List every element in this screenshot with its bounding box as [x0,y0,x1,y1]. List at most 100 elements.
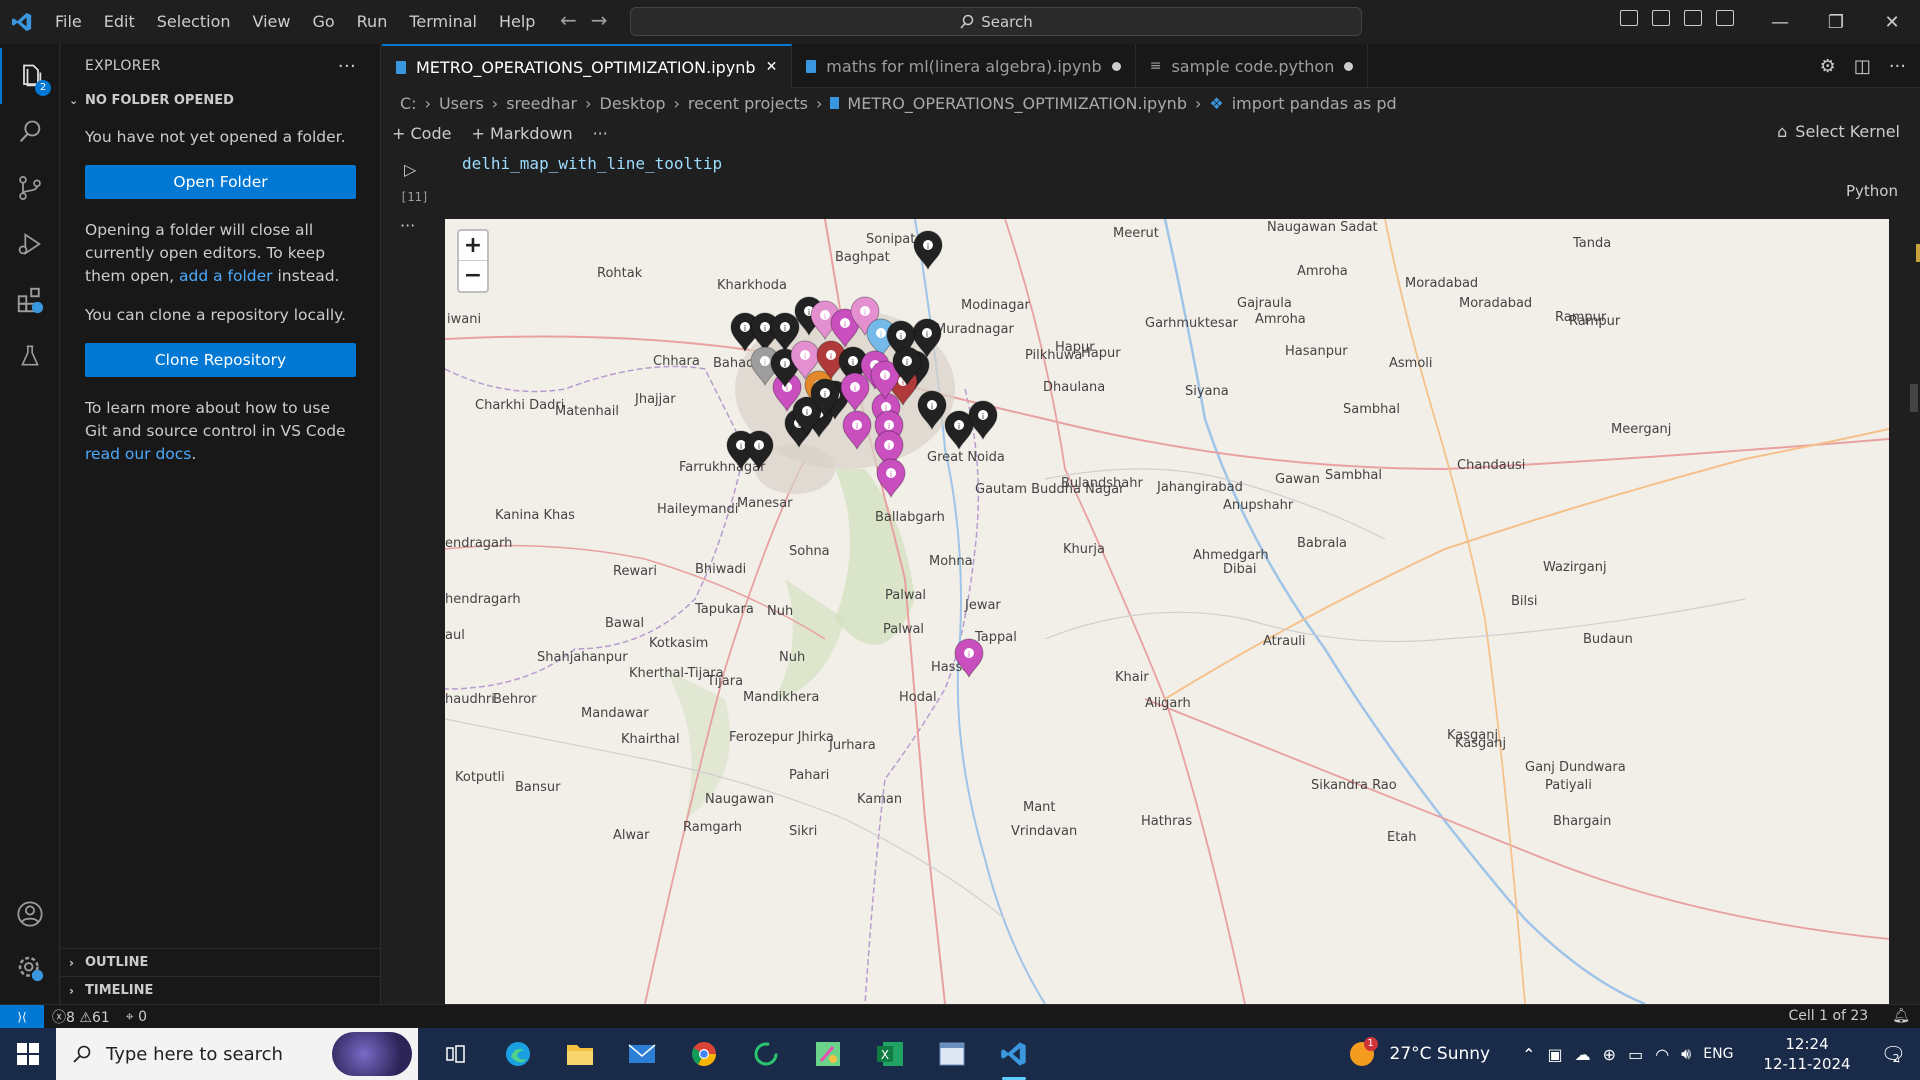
chrome-icon[interactable] [686,1036,722,1072]
cell-language[interactable]: Python [1846,182,1898,200]
testing-activity[interactable] [0,328,60,384]
wifi-icon[interactable]: ◠ [1655,1045,1669,1064]
weather-widget[interactable]: 1 27°C Sunny [1349,1037,1490,1066]
git-note-text: To learn more about how to use Git and s… [85,399,346,440]
tab-sample-code[interactable]: ≡ sample code.python [1136,44,1369,88]
editor-scrollbar[interactable] [1908,148,1920,968]
paint-icon[interactable] [810,1036,846,1072]
map-marker[interactable]: i [876,458,906,499]
add-markdown-cell-button[interactable]: + Markdown [471,124,572,143]
back-arrow-icon[interactable]: ← [560,8,577,32]
edge-browser-icon[interactable] [500,1036,536,1072]
close-tab-icon[interactable]: ✕ [766,59,778,75]
menu-file[interactable]: File [44,0,93,44]
source-control-activity[interactable] [0,160,60,216]
forward-arrow-icon[interactable]: → [591,8,608,32]
open-folder-button[interactable]: Open Folder [85,165,356,199]
more-actions-icon[interactable]: ··· [1889,56,1906,77]
map-place-label: Moradabad [1459,296,1532,311]
vscode-taskbar-icon[interactable] [996,1036,1032,1080]
breadcrumb-item[interactable]: METRO_OPERATIONS_OPTIMIZATION.ipynb [847,94,1187,113]
control-panel-icon[interactable] [934,1036,970,1072]
file-explorer-icon[interactable] [562,1036,598,1072]
accounts-activity[interactable] [0,886,60,942]
menu-help[interactable]: Help [488,0,546,44]
explorer-activity[interactable]: 2 [0,48,60,104]
menu-terminal[interactable]: Terminal [398,0,488,44]
no-folder-section-header[interactable]: ⌄ NO FOLDER OPENED [61,88,380,112]
taskbar-search[interactable]: Type here to search [56,1028,418,1080]
minimize-icon[interactable]: — [1752,0,1808,44]
zoom-out-button[interactable]: − [459,261,487,291]
zoom-in-button[interactable]: + [459,231,487,261]
split-editor-icon[interactable]: ◫ [1854,56,1871,77]
extensions-activity[interactable] [0,272,60,328]
timeline-section-header[interactable]: › TIMELINE [61,976,381,1004]
breadcrumb-item[interactable]: sreedhar [506,94,577,113]
mail-icon[interactable] [624,1036,660,1072]
meet-icon[interactable]: ▣ [1548,1045,1563,1064]
clock[interactable]: 12:24 12-11-2024 [1745,1034,1868,1074]
outline-section-header[interactable]: › OUTLINE [61,948,381,976]
folium-map[interactable]: Sonipat Meerut Naugawan Sadat Tanda Baghpat K… [445,219,1889,1004]
search-activity[interactable] [0,104,60,160]
menu-view[interactable]: View [242,0,302,44]
menu-go[interactable]: Go [301,0,345,44]
tab-label: METRO_OPERATIONS_OPTIMIZATION.ipynb [416,57,756,77]
map-place-label: Matenhail [555,404,619,419]
menu-edit[interactable]: Edit [93,0,146,44]
menu-run[interactable]: Run [346,0,399,44]
chevron-up-icon[interactable]: ⌃ [1522,1045,1535,1064]
notification-icon[interactable]: 🗨︎ 2 [1881,1042,1906,1066]
breadcrumb-item[interactable]: C: [400,94,417,113]
cell-indicator[interactable]: Cell 1 of 23 [1788,1008,1868,1024]
ports-indicator[interactable]: ⌖ 0 [118,1009,155,1025]
more-actions-icon[interactable]: ··· [338,56,356,77]
add-folder-link[interactable]: add a folder [179,267,273,285]
gear-icon[interactable]: ⚙ [1820,56,1836,77]
menu-selection[interactable]: Selection [146,0,242,44]
breadcrumb-item[interactable]: Desktop [600,94,666,113]
excel-icon[interactable]: X [872,1036,908,1072]
manage-activity[interactable] [0,940,60,996]
zoom-control: + − [457,229,489,293]
add-code-cell-button[interactable]: + Code [392,124,451,143]
tab-metro-operations[interactable]: METRO_OPERATIONS_OPTIMIZATION.ipynb ✕ [382,44,793,88]
battery-icon[interactable]: ▭ [1628,1045,1643,1064]
breadcrumb-item[interactable]: import pandas as pd [1232,94,1397,113]
run-debug-activity[interactable] [0,216,60,272]
customize-layout-icon[interactable] [1716,10,1734,26]
command-center-search[interactable]: Search [630,7,1362,36]
run-cell-icon[interactable]: ▷ [404,160,416,179]
scrollbar-thumb[interactable] [1910,384,1918,412]
more-actions-icon[interactable]: ··· [593,124,608,143]
task-view-icon[interactable] [438,1036,474,1072]
code-editor[interactable]: delhi_map_with_line_tooltip [432,150,1902,204]
onedrive-icon[interactable]: ☁ [1575,1045,1591,1064]
explorer-badge: 2 [35,80,51,96]
problems-indicator[interactable]: ⓧ8 ⚠61 [44,1007,118,1027]
tab-maths-for-ml[interactable]: maths for ml(linera algebra).ipynb [792,44,1136,88]
bell-icon[interactable]: 🔔︎ [1892,1008,1910,1024]
volume-icon[interactable]: 🔊︎ [1681,1044,1691,1064]
start-button[interactable] [0,1028,56,1080]
map-place-label: Khurja [1063,542,1105,557]
clone-repository-button[interactable]: Clone Repository [85,343,356,377]
refresh-app-icon[interactable] [748,1036,784,1072]
breadcrumb-item[interactable]: Users [439,94,484,113]
close-window-icon[interactable]: ✕ [1864,0,1920,44]
language-indicator[interactable]: ENG [1703,1046,1733,1062]
unsaved-dot-icon[interactable] [1344,61,1354,71]
output-more-icon[interactable]: ··· [400,216,415,235]
remote-indicator[interactable]: ⟩⟨ [0,1004,44,1029]
restore-icon[interactable]: ❐ [1808,0,1864,44]
toggle-secondary-sidebar-icon[interactable] [1684,10,1702,26]
toggle-primary-sidebar-icon[interactable] [1620,10,1638,26]
unsaved-dot-icon[interactable] [1111,61,1121,71]
toggle-panel-icon[interactable] [1652,10,1670,26]
breadcrumb-item[interactable]: recent projects [688,94,808,113]
map-marker[interactable]: i [913,230,943,271]
select-kernel-button[interactable]: ⌂ Select Kernel [1777,122,1900,141]
read-docs-link[interactable]: read our docs [85,445,191,463]
network-status-icon[interactable]: ⊕ [1603,1045,1616,1064]
